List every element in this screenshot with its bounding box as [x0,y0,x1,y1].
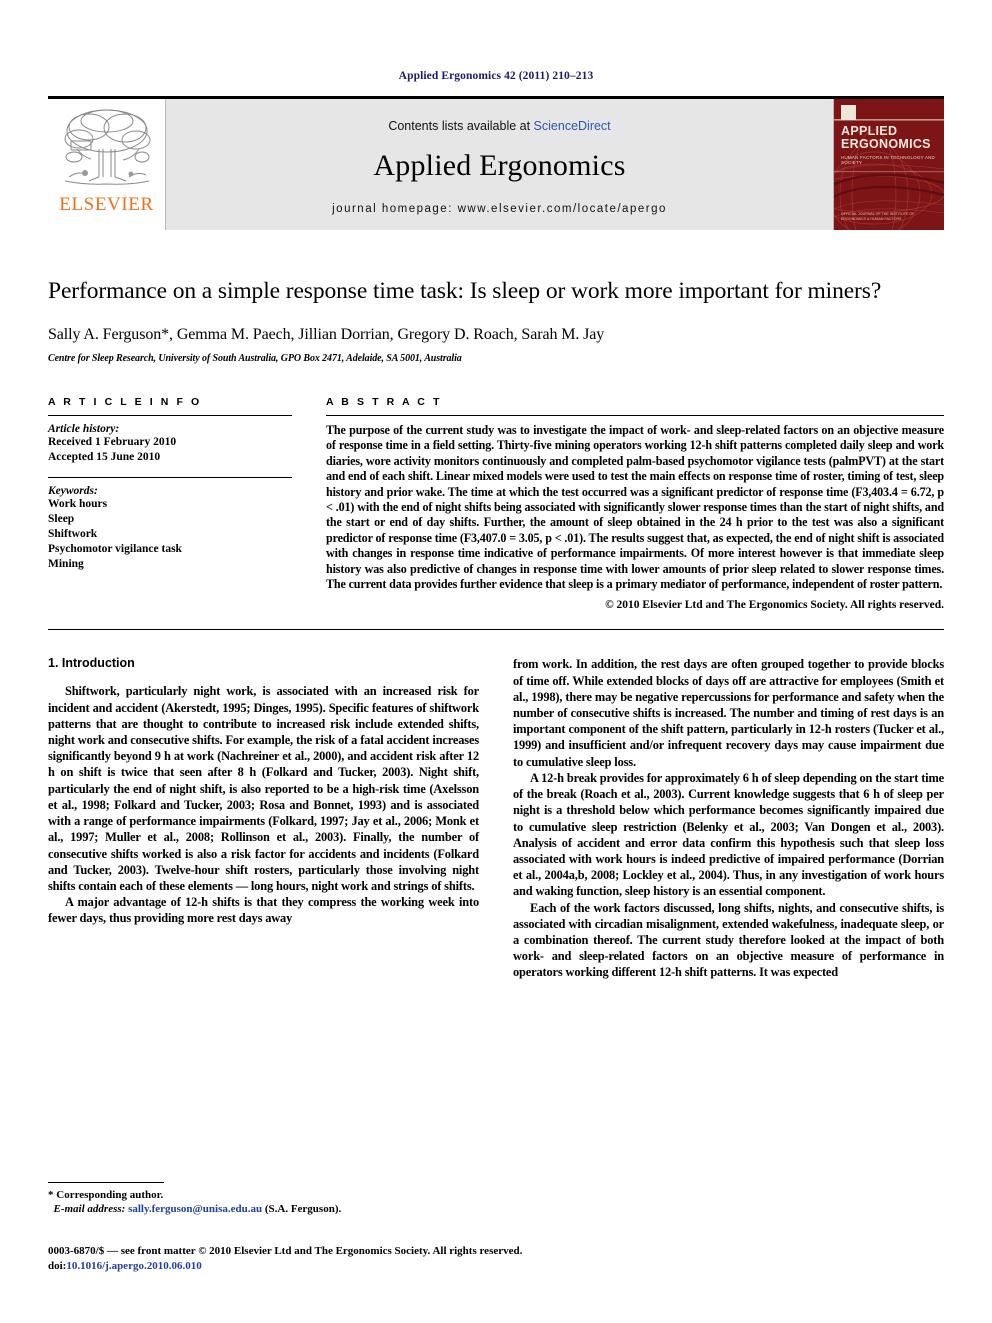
article-received-date: Received 1 February 2010 [48,436,177,448]
paragraph: A 12-h break provides for approximately … [513,770,944,899]
abstract-copyright: © 2010 Elsevier Ltd and The Ergonomics S… [605,599,944,612]
title-block: Performance on a simple response time ta… [48,276,944,364]
footnote-rule [48,1182,164,1183]
body-columns: 1. Introduction Shiftwork, particularly … [48,656,944,980]
page-footer: 0003-6870/$ — see front matter © 2010 El… [48,1244,944,1273]
elsevier-logo: ELSEVIER [48,99,166,230]
keyword-item: Mining [48,558,84,570]
keywords-label: Keywords: [48,485,98,497]
author-list: Sally A. Ferguson*, Gemma M. Paech, Jill… [48,326,605,343]
keyword-item: Psychomotor vigilance task [48,543,182,555]
email-label: E-mail address: [53,1203,126,1215]
cover-subtitle: HUMAN FACTORS IN TECHNOLOGY AND SOCIETY [841,155,935,165]
section-heading-introduction: 1. Introduction [48,656,135,671]
article-info-heading: A R T I C L E I N F O [48,396,202,408]
divider [326,415,944,416]
body-column-left: 1. Introduction Shiftwork, particularly … [48,656,479,980]
paragraph: from work. In addition, the rest days ar… [513,657,944,769]
elsevier-wordmark: ELSEVIER [59,194,154,215]
doi-label: doi: [48,1259,67,1272]
paper-page: Applied Ergonomics 42 (2011) 210–213 ELS… [0,0,992,1323]
corresponding-author-footnote: * Corresponding author. E-mail address: … [48,1182,462,1216]
issn-copyright-line: 0003-6870/$ — see front matter © 2010 El… [48,1245,523,1257]
sciencedirect-link[interactable]: ScienceDirect [534,119,611,133]
journal-homepage-link[interactable]: journal homepage: www.elsevier.com/locat… [332,203,667,215]
elsevier-tree-icon [64,109,150,185]
email-suffix: (S.A. Ferguson). [262,1203,342,1215]
doi-link[interactable]: 10.1016/j.apergo.2010.06.010 [66,1260,201,1272]
keyword-item: Work hours [48,498,108,510]
paragraph: A major advantage of 12-h shifts is that… [48,895,479,926]
info-abstract-region: A R T I C L E I N F O Article history: R… [48,396,944,611]
contents-prefix: Contents lists available at [388,118,534,133]
doi-line: doi:10.1016/j.apergo.2010.06.010 [48,1259,944,1274]
journal-cover-thumbnail[interactable]: APPLIED ERGONOMICS HUMAN FACTORS IN TECH… [833,99,944,230]
divider [48,415,292,416]
article-accepted-date: Accepted 15 June 2010 [48,451,161,463]
keyword-item: Sleep [48,513,75,525]
cover-footer-text: OFFICIAL JOURNAL OF THE INSTITUTE OF ERG… [841,212,915,221]
affiliation: Centre for Sleep Research, University of… [48,353,462,364]
journal-masthead: ELSEVIER Contents lists available at Sci… [48,96,944,230]
article-info-column: A R T I C L E I N F O Article history: R… [48,396,292,611]
email-line: E-mail address: sally.ferguson@unisa.edu… [48,1202,462,1216]
paragraph: Each of the work factors discussed, long… [513,900,944,980]
keyword-item: Shiftwork [48,528,98,540]
divider [48,629,944,631]
divider [48,477,292,478]
contents-available-line: Contents lists available at ScienceDirec… [388,119,610,133]
corresponding-author-note: * Corresponding author. [48,1189,164,1201]
body-column-right: from work. In addition, the rest days ar… [513,656,944,980]
abstract-heading: A B S T R A C T [326,396,442,408]
paragraph: Shiftwork, particularly night work, is a… [48,684,479,893]
running-head: Applied Ergonomics 42 (2011) 210–213 [398,70,594,82]
journal-title: Applied Ergonomics [373,148,626,182]
author-email-link[interactable]: sally.ferguson@unisa.edu.au [128,1203,262,1215]
article-history-label: Article history: [48,423,120,435]
cover-title: APPLIED ERGONOMICS [841,124,931,151]
abstract-column: A B S T R A C T The purpose of the curre… [326,396,944,611]
abstract-text: The purpose of the current study was to … [326,423,944,592]
masthead-center: Contents lists available at ScienceDirec… [166,99,833,230]
cover-publisher-logo [841,105,856,120]
article-title: Performance on a simple response time ta… [48,278,882,304]
